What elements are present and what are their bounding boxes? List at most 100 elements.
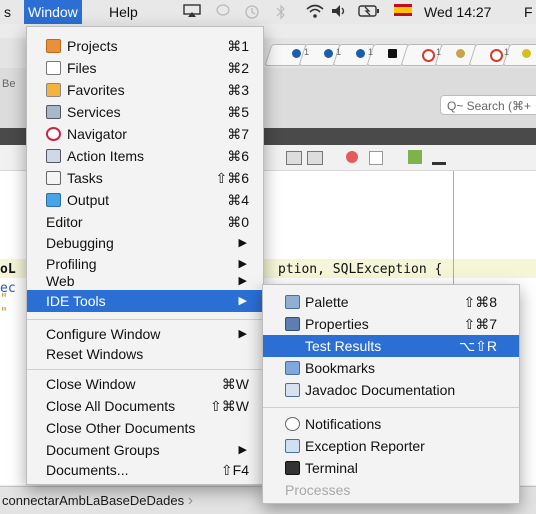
menu-item-files[interactable]: Files ⌘2: [27, 57, 263, 79]
menu-item-label: Navigator: [67, 126, 127, 142]
menu-item-close-window[interactable]: Close Window ⌘W: [27, 373, 263, 395]
submenu-arrow-icon: ▶: [238, 328, 247, 340]
menu-item-javadoc-documentation[interactable]: Javadoc Documentation: [263, 379, 519, 401]
menu-item-label: Bookmarks: [305, 360, 376, 376]
tab-favicon-icon: [522, 49, 531, 58]
ide-tools-submenu: Palette ⇧⌘8 Properties ⇧⌘7 Test Results …: [262, 284, 520, 504]
menu-item-label: Exception Reporter: [305, 438, 425, 454]
menu-separator: [263, 407, 519, 408]
macro-icon[interactable]: [408, 150, 422, 164]
menu-item-label: Favorites: [67, 82, 125, 98]
menu-item-shortcut: ⌥⇧R: [459, 338, 497, 354]
menubar-help-menu[interactable]: Help: [109, 0, 138, 24]
menu-item-shortcut: ⌘W: [221, 376, 249, 392]
menu-item-label: Debugging: [46, 235, 114, 251]
submenu-arrow-icon: ▶: [238, 275, 247, 287]
airplay-icon[interactable]: [182, 4, 202, 20]
menubar-window-menu[interactable]: Window: [24, 0, 82, 24]
menu-item-editor[interactable]: Editor ⌘0: [27, 211, 263, 233]
menu-item-services[interactable]: Services ⌘5: [27, 101, 263, 123]
menu-item-shortcut: ⇧⌘W: [210, 398, 249, 414]
menu-item-label: Configure Window: [46, 326, 161, 342]
menu-item-test-results[interactable]: Test Results ⌥⇧R: [263, 335, 519, 357]
menu-item-close-other-documents[interactable]: Close Other Documents: [27, 417, 263, 439]
menu-separator: [27, 319, 263, 320]
tab-favicon-icon: [388, 49, 397, 58]
menu-item-label: Output: [67, 192, 110, 208]
clock[interactable]: Wed 14:27: [424, 0, 491, 24]
menu-item-label: Test Results: [305, 338, 382, 354]
breakpoint-icon[interactable]: [346, 151, 358, 163]
menu-item-shortcut: ⇧⌘7: [463, 316, 497, 332]
menu-item-label: Document Groups: [46, 442, 160, 458]
menu-separator: [27, 369, 263, 370]
time-machine-icon[interactable]: [243, 4, 261, 20]
battery-icon[interactable]: [358, 4, 380, 20]
tab-label: 1: [504, 47, 510, 57]
menu-item-label: Projects: [67, 38, 118, 54]
stop-icon[interactable]: [369, 151, 383, 165]
code-line: ption, SQLException {: [278, 262, 443, 277]
messages-icon[interactable]: [214, 4, 232, 20]
menu-item-configure-window[interactable]: Configure Window ▶: [27, 323, 263, 345]
menu-item-output[interactable]: Output ⌘4: [27, 189, 263, 211]
tab-favicon-icon: [456, 49, 465, 58]
menu-item-reset-windows[interactable]: Reset Windows: [27, 343, 263, 365]
tab-label: 1: [436, 47, 442, 57]
menu-item-label: Tasks: [67, 170, 103, 186]
menu-item-label: Close Other Documents: [46, 420, 196, 436]
menu-item-debugging[interactable]: Debugging ▶: [27, 232, 263, 254]
menu-item-action-items[interactable]: Action Items ⌘6: [27, 145, 263, 167]
tab-label: 1: [336, 47, 342, 57]
bluetooth-icon[interactable]: [274, 4, 288, 20]
forward-icon[interactable]: [307, 151, 323, 165]
menu-item-shortcut: ⌘1: [227, 38, 249, 54]
menu-item-label: Web: [46, 273, 75, 289]
breadcrumb-chevron-icon: ›: [187, 492, 194, 509]
tab-label: 1: [304, 47, 310, 57]
menu-item-label: Processes: [285, 482, 351, 498]
submenu-arrow-icon: ▶: [238, 295, 247, 307]
wifi-icon[interactable]: [305, 4, 325, 20]
back-icon[interactable]: [286, 151, 302, 165]
menubar-trailing-item[interactable]: F: [524, 0, 533, 24]
code-fragment: oL: [0, 262, 16, 277]
comment-icon[interactable]: [432, 152, 446, 165]
breadcrumb-item[interactable]: connectarAmbLaBaseDeDades: [2, 493, 184, 508]
menu-item-label: Editor: [46, 214, 83, 230]
menu-item-close-all-documents[interactable]: Close All Documents ⇧⌘W: [27, 395, 263, 417]
menu-item-processes: Processes: [263, 479, 519, 501]
menu-item-properties[interactable]: Properties ⇧⌘7: [263, 313, 519, 335]
menubar-app-menu[interactable]: s: [4, 0, 11, 24]
menu-item-tasks[interactable]: Tasks ⇧⌘6: [27, 167, 263, 189]
menu-item-web[interactable]: Web ▶: [27, 270, 263, 292]
menu-item-label: Close All Documents: [46, 398, 176, 414]
menu-item-bookmarks[interactable]: Bookmarks: [263, 357, 519, 379]
submenu-arrow-icon: ▶: [238, 444, 247, 456]
menu-item-label: Files: [67, 60, 97, 76]
menu-item-shortcut: ⌘3: [227, 82, 249, 98]
menu-item-label: Reset Windows: [46, 346, 144, 362]
volume-icon[interactable]: [330, 4, 348, 20]
menu-item-documents[interactable]: Documents... ⇧F4: [27, 459, 263, 481]
menu-item-document-groups[interactable]: Document Groups ▶: [27, 439, 263, 461]
menu-item-ide-tools[interactable]: IDE Tools ▶: [27, 290, 263, 312]
code-fragment: ": [0, 292, 8, 307]
menu-item-shortcut: ⌘2: [227, 60, 249, 76]
spanish-flag-icon[interactable]: [393, 4, 413, 20]
menu-item-notifications[interactable]: Notifications: [263, 413, 519, 435]
menu-item-shortcut: ⌘0: [227, 214, 249, 230]
menu-item-shortcut: ⌘4: [227, 192, 249, 208]
window-menu: Projects ⌘1 Files ⌘2 Favorites ⌘3 Servic…: [26, 26, 264, 485]
menu-item-terminal[interactable]: Terminal: [263, 457, 519, 479]
search-input[interactable]: Q~ Search (⌘+: [440, 95, 536, 115]
submenu-arrow-icon: ▶: [238, 237, 247, 249]
tab-favicon-icon: [324, 49, 333, 58]
menu-item-shortcut: ⌘5: [227, 104, 249, 120]
menu-item-exception-reporter[interactable]: Exception Reporter: [263, 435, 519, 457]
menu-item-favorites[interactable]: Favorites ⌘3: [27, 79, 263, 101]
menu-item-projects[interactable]: Projects ⌘1: [27, 35, 263, 57]
menu-item-palette[interactable]: Palette ⇧⌘8: [263, 291, 519, 313]
menu-item-navigator[interactable]: Navigator ⌘7: [27, 123, 263, 145]
tab-favicon-icon: [356, 49, 365, 58]
